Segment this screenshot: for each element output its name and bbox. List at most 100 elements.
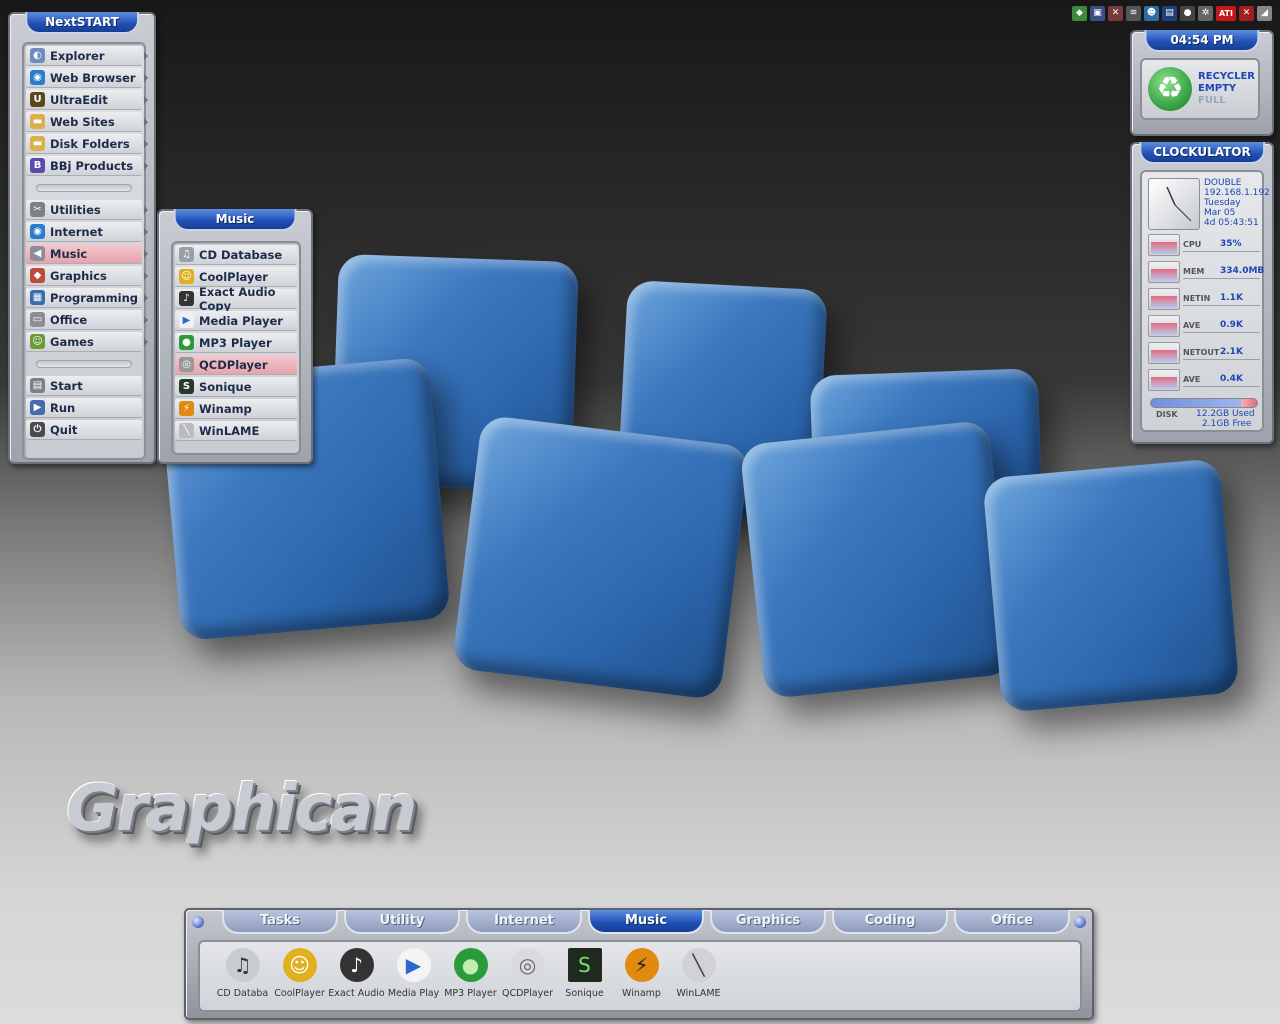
- office-icon: ▭: [30, 312, 45, 327]
- tab-tasks[interactable]: Tasks: [222, 910, 338, 934]
- menu-item-cd-database[interactable]: ♫ CD Database: [175, 245, 297, 265]
- host-name: DOUBLE: [1204, 178, 1242, 188]
- dock-item-qcdplayer[interactable]: ◎ QCDPlayer: [499, 948, 556, 1010]
- winamp-icon: ⚡: [624, 948, 659, 982]
- menu-item-winlame[interactable]: ╲ WinLAME: [175, 421, 297, 441]
- menu-separator: [26, 354, 142, 374]
- window-icon[interactable]: ▤: [1162, 6, 1177, 21]
- meter-label: NETOUT: [1183, 348, 1220, 357]
- meter-label: CPU: [1183, 240, 1202, 249]
- menu-item-label: Explorer: [50, 48, 105, 63]
- monitor-icon[interactable]: ▣: [1090, 6, 1105, 21]
- menu-item-media-player[interactable]: ▶ Media Player: [175, 311, 297, 331]
- submenu-arrow-icon: [144, 96, 148, 104]
- menu-item-web-sites[interactable]: ▬ Web Sites: [26, 112, 148, 132]
- menu-item-label: Office: [50, 312, 88, 327]
- submenu-arrow-icon: [144, 272, 148, 280]
- programming-icon: ▦: [30, 290, 45, 305]
- ati-icon[interactable]: ATI: [1216, 6, 1236, 21]
- mediaplayer-icon: ▶: [179, 313, 194, 328]
- menu-item-ultraedit[interactable]: U UltraEdit: [26, 90, 148, 110]
- cd-icon: ♫: [179, 247, 194, 262]
- dock-item-coolplayer[interactable]: ☺ CoolPlayer: [271, 948, 328, 1010]
- tab-utility[interactable]: Utility: [344, 910, 460, 934]
- menu-item-qcdplayer[interactable]: ◎ QCDPlayer: [175, 355, 297, 375]
- meter-graph: [1148, 288, 1180, 310]
- menu-item-label: Disk Folders: [50, 136, 130, 151]
- settings-icon[interactable]: ✲: [1198, 6, 1213, 21]
- menu-item-start[interactable]: ▤ Start: [26, 376, 142, 396]
- wallpaper-cube: [982, 458, 1240, 713]
- dock-item-mp3-player[interactable]: ● MP3 Player: [442, 948, 499, 1010]
- eac-icon: ♪: [179, 291, 194, 306]
- submenu-arrow-icon: [144, 162, 148, 170]
- menu-item-music[interactable]: ◀ Music: [26, 244, 148, 264]
- start-icon: ▤: [30, 378, 45, 393]
- dock-item-label: Sonique: [565, 988, 604, 999]
- close-icon[interactable]: ✕: [1239, 6, 1254, 21]
- menu-item-run[interactable]: ▶ Run: [26, 398, 142, 418]
- menu-item-disk-folders[interactable]: ▬ Disk Folders: [26, 134, 148, 154]
- menu-item-bbj-products[interactable]: B BBj Products: [26, 156, 148, 176]
- menu-item-utilities[interactable]: ✂ Utilities: [26, 200, 148, 220]
- menu-item-label: Sonique: [199, 379, 252, 394]
- dock-item-cd-database[interactable]: ♫ CD Databa: [214, 948, 271, 1010]
- disk-free: 2.1GB Free: [1202, 419, 1252, 429]
- tab-music[interactable]: Music: [588, 910, 704, 934]
- network-icon[interactable]: ◆: [1072, 6, 1087, 21]
- dock-item-sonique[interactable]: S Sonique: [556, 948, 613, 1010]
- menu-item-label: Utilities: [50, 202, 101, 217]
- meter-graph: [1148, 342, 1180, 364]
- dock-menu-icon[interactable]: [192, 916, 204, 928]
- tab-internet[interactable]: Internet: [466, 910, 582, 934]
- menu-item-label: Web Browser: [50, 70, 136, 85]
- menu-item-games[interactable]: ☺ Games: [26, 332, 148, 352]
- nextstart-title[interactable]: NextSTART: [25, 12, 139, 34]
- winlame-icon: ╲: [179, 423, 194, 438]
- dock-item-winlame[interactable]: ╲ WinLAME: [670, 948, 727, 1010]
- menu-item-exact-audio-copy[interactable]: ♪ Exact Audio Copy: [175, 285, 297, 313]
- tab-office[interactable]: Office: [954, 910, 1070, 934]
- user-icon[interactable]: ☻: [1144, 6, 1159, 21]
- tab-coding[interactable]: Coding: [832, 910, 948, 934]
- globe-icon: ◉: [30, 224, 45, 239]
- menu-item-web-browser[interactable]: ◉ Web Browser: [26, 68, 148, 88]
- music-submenu-title[interactable]: Music: [173, 209, 297, 231]
- menu-item-label: Music: [50, 246, 88, 261]
- dock-item-label: WinLAME: [676, 988, 721, 999]
- menu-item-internet[interactable]: ◉ Internet: [26, 222, 148, 242]
- submenu-arrow-icon: [144, 228, 148, 236]
- cd-database-icon: ♫: [225, 948, 260, 982]
- menu-item-quit[interactable]: ⏻ Quit: [26, 420, 142, 440]
- menu-item-explorer[interactable]: ◐ Explorer: [26, 46, 148, 66]
- dock-close-icon[interactable]: [1074, 916, 1086, 928]
- shield-icon[interactable]: ✕: [1108, 6, 1123, 21]
- submenu-arrow-icon: [144, 338, 148, 346]
- menu-item-sonique[interactable]: S Sonique: [175, 377, 297, 397]
- meter-value: 0.4K: [1220, 374, 1243, 384]
- dock-item-media-player[interactable]: ▶ Media Play: [385, 948, 442, 1010]
- clockulator-title[interactable]: CLOCKULATOR: [1139, 142, 1265, 164]
- submenu-arrow-icon: [144, 316, 148, 324]
- recycler-label: RECYCLER: [1198, 71, 1255, 82]
- menu-item-programming[interactable]: ▦ Programming: [26, 288, 148, 308]
- system-tray: ◆ ▣ ✕ ≋ ☻ ▤ ● ✲ ATI ✕ ◢: [1072, 6, 1272, 21]
- gear-icon[interactable]: ●: [1180, 6, 1195, 21]
- menu-item-winamp[interactable]: ⚡ Winamp: [175, 399, 297, 419]
- meter-cpu: CPU 35%: [1148, 234, 1260, 256]
- recycle-bin[interactable]: ♻ RECYCLER EMPTY FULL: [1140, 58, 1260, 120]
- dock-item-label: Exact Audio: [328, 988, 385, 999]
- uptime: 4d 05:43:51: [1204, 218, 1259, 228]
- menu-item-mp3-player[interactable]: ● MP3 Player: [175, 333, 297, 353]
- tools-icon: ✂: [30, 202, 45, 217]
- dock-item-winamp[interactable]: ⚡ Winamp: [613, 948, 670, 1010]
- wifi-icon[interactable]: ≋: [1126, 6, 1141, 21]
- menu-item-graphics[interactable]: ◆ Graphics: [26, 266, 148, 286]
- menu-item-label: Run: [50, 400, 76, 415]
- meter-label: NETIN: [1183, 294, 1211, 303]
- host-ip: 192.168.1.192: [1204, 188, 1270, 198]
- menu-item-office[interactable]: ▭ Office: [26, 310, 148, 330]
- minimize-icon[interactable]: ◢: [1257, 6, 1272, 21]
- dock-item-exact-audio-copy[interactable]: ♪ Exact Audio: [328, 948, 385, 1010]
- tab-graphics[interactable]: Graphics: [710, 910, 826, 934]
